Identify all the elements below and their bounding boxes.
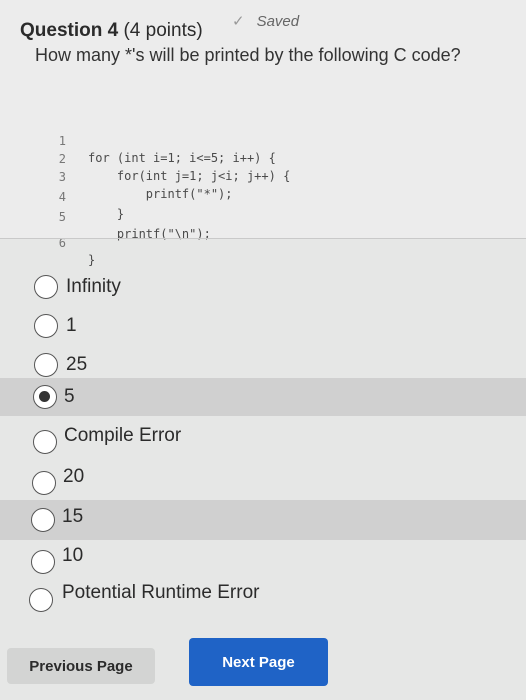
option-label: 20 bbox=[63, 466, 85, 487]
option-label: Compile Error bbox=[64, 425, 182, 446]
option-20[interactable]: 20 bbox=[0, 464, 526, 502]
option-label: 10 bbox=[62, 545, 84, 566]
code-text: for(int j=1; j<i; j++) { bbox=[88, 169, 291, 183]
radio-button-selected[interactable] bbox=[33, 385, 57, 409]
option-infinity[interactable]: Infinity bbox=[0, 268, 526, 306]
radio-button[interactable] bbox=[34, 275, 58, 299]
next-page-button[interactable]: Next Page bbox=[189, 638, 328, 686]
code-line: 1 for (int i=1; i<=5; i++) { bbox=[52, 116, 276, 165]
saved-label: Saved bbox=[256, 13, 300, 30]
code-line: 2 for(int j=1; j<i; j++) { bbox=[52, 134, 291, 183]
divider bbox=[0, 238, 526, 239]
radio-button[interactable] bbox=[31, 550, 55, 574]
code-line: 6 } bbox=[52, 218, 95, 267]
question-points: (4 points) bbox=[123, 20, 203, 41]
code-text: printf("\n"); bbox=[88, 227, 211, 241]
option-label: Infinity bbox=[66, 276, 121, 297]
code-text: for (int i=1; i<=5; i++) { bbox=[88, 151, 276, 165]
code-text: printf("*"); bbox=[88, 187, 233, 201]
radio-button[interactable] bbox=[29, 588, 53, 612]
option-potential-runtime-error[interactable]: Potential Runtime Error bbox=[0, 581, 526, 619]
saved-status: ✓ Saved bbox=[232, 12, 299, 30]
code-line: 4 } bbox=[52, 172, 124, 221]
code-line: 3 printf("*"); bbox=[52, 152, 233, 201]
option-10[interactable]: 10 bbox=[0, 543, 526, 581]
option-label: Potential Runtime Error bbox=[62, 582, 260, 603]
previous-page-button[interactable]: Previous Page bbox=[7, 648, 155, 684]
option-label: 5 bbox=[64, 386, 75, 407]
option-15[interactable]: 15 bbox=[0, 500, 526, 540]
option-label: 1 bbox=[66, 315, 77, 336]
check-icon: ✓ bbox=[232, 13, 245, 30]
question-title: Question 4 bbox=[20, 20, 119, 41]
radio-button[interactable] bbox=[34, 314, 58, 338]
question-prompt: How many *'s will be printed by the foll… bbox=[35, 45, 461, 65]
option-label: 15 bbox=[62, 506, 84, 527]
radio-button[interactable] bbox=[33, 430, 57, 454]
radio-button[interactable] bbox=[32, 471, 56, 495]
code-text: } bbox=[88, 253, 96, 267]
radio-button[interactable] bbox=[34, 353, 58, 377]
option-1[interactable]: 1 bbox=[0, 307, 526, 345]
code-line: 5 printf("\n"); bbox=[52, 192, 211, 241]
question-header: Question 4 (4 points) bbox=[20, 20, 203, 42]
radio-button[interactable] bbox=[31, 508, 55, 532]
option-label: 25 bbox=[66, 354, 88, 375]
option-5[interactable]: 5 bbox=[0, 378, 526, 416]
option-compile-error[interactable]: Compile Error bbox=[0, 423, 526, 461]
question-card: Question 4 (4 points) ✓ Saved How many *'… bbox=[0, 0, 526, 267]
